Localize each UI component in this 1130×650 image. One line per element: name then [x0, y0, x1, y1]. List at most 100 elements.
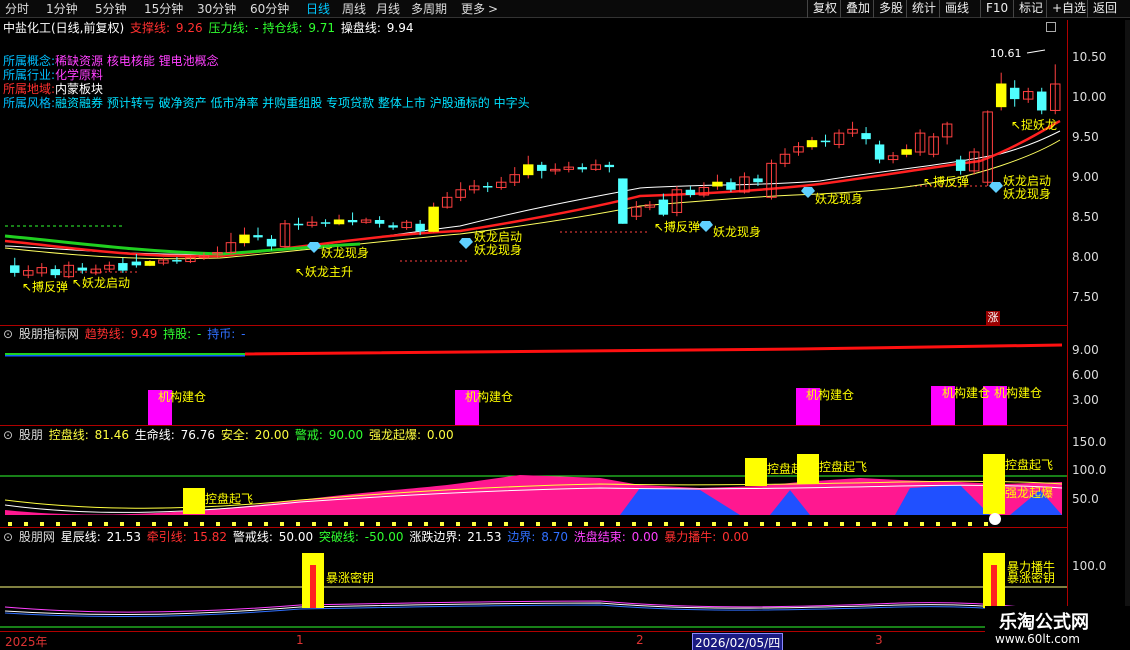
safe-dots [8, 522, 988, 526]
tab-60min[interactable]: 60分钟 [250, 1, 289, 17]
signal-label: 妖龙现身 [321, 246, 370, 260]
date-label: 1 [296, 633, 304, 647]
tab-1min[interactable]: 1分钟 [46, 1, 78, 17]
y-tick: 8.50 [1072, 210, 1099, 224]
y-tick: 10.50 [1072, 50, 1107, 64]
tab-weekly[interactable]: 周线 [342, 1, 366, 17]
safe-dot [360, 522, 364, 526]
panel-divider [0, 527, 1067, 528]
safe-dot [536, 522, 540, 526]
alert-value: 50.00 [278, 530, 314, 544]
panel3-chart[interactable] [0, 545, 1067, 631]
fly-bar [745, 458, 767, 486]
safe-dot [712, 522, 716, 526]
mark-button[interactable]: 标记 [1013, 0, 1048, 18]
high-arrow [1026, 49, 1046, 54]
panel3-title[interactable]: 股朋网 [19, 530, 55, 544]
tab-monthly[interactable]: 月线 [376, 1, 400, 17]
panel2-chart[interactable] [0, 440, 1067, 527]
candle [266, 238, 277, 247]
safe-dot [888, 522, 892, 526]
safe-dot [584, 522, 588, 526]
tab-30min[interactable]: 30分钟 [197, 1, 236, 17]
signal-label: ↖搏反弹 [923, 175, 970, 189]
date-axis[interactable]: 2025年 1 2 2026/02/05/四 3 [0, 631, 1067, 650]
stock-name: 中盐化工(日线,前复权) [3, 21, 125, 35]
limit-up-badge: 涨 [986, 311, 1000, 325]
safe-dot [456, 522, 460, 526]
safe-dot [616, 522, 620, 526]
collapse-icon[interactable]: ⊙ [3, 530, 13, 544]
candle [1037, 91, 1047, 111]
panel1-chart[interactable] [0, 340, 1067, 425]
overlay-button[interactable]: 叠加 [840, 0, 875, 18]
safe-dot [168, 522, 172, 526]
multi-stock-button[interactable]: 多股 [873, 0, 908, 18]
safe-dot [776, 522, 780, 526]
candle [726, 182, 736, 190]
back-button[interactable]: 返回 [1087, 0, 1122, 18]
candle [118, 263, 128, 271]
candle [861, 133, 871, 140]
fly-tag: 控盘起飞 [767, 462, 816, 476]
draw-line-button[interactable]: 画线 [939, 0, 974, 18]
safe-dot [72, 522, 76, 526]
safe-dot [472, 522, 476, 526]
price-chart[interactable]: 10.61 [0, 36, 1067, 326]
tab-multi-period[interactable]: 多周期 [411, 1, 447, 17]
high-label: 10.61 [990, 47, 1022, 60]
diamond-icon [989, 182, 1003, 193]
y-tick: 9.50 [1072, 130, 1099, 144]
ma-yellow-line [4, 139, 1061, 260]
panel1-title[interactable]: 股朋指标网 [19, 327, 79, 341]
fly-tag: 控盘起飞 [819, 460, 868, 474]
tab-5min[interactable]: 5分钟 [95, 1, 127, 17]
safe-dot [376, 522, 380, 526]
candle [820, 140, 831, 143]
diamond-icon [307, 242, 321, 253]
wash-value: 0.00 [631, 530, 659, 544]
tab-fenshi[interactable]: 分时 [5, 1, 29, 17]
safe-dot [8, 522, 12, 526]
y-tick: 7.50 [1072, 290, 1099, 304]
candle [415, 223, 425, 232]
signal-label: 妖龙现身 [1003, 187, 1052, 201]
safe-dot [24, 522, 28, 526]
restore-rights-button[interactable]: 复权 [807, 0, 842, 18]
statistics-button[interactable]: 统计 [906, 0, 941, 18]
diamond-icon [459, 238, 473, 249]
star-value: 21.53 [106, 530, 141, 544]
settings-box-icon[interactable] [1046, 22, 1056, 32]
panel3-legend: ⊙ 股朋网 星辰线: 21.53 牵引线: 15.82 警戒线: 50.00 突… [3, 529, 751, 545]
candle [374, 220, 385, 224]
chevron-right-icon[interactable]: > [488, 1, 498, 17]
safe-dot [392, 522, 396, 526]
trend-value: 9.49 [130, 327, 158, 341]
add-watchlist-button[interactable]: +自选 [1046, 0, 1091, 18]
candle [901, 149, 912, 155]
institution-tag: 机构建仓 [994, 386, 1043, 400]
y-tick: 9.00 [1072, 343, 1099, 357]
signal-label: 妖龙现身 [815, 192, 864, 206]
tab-15min[interactable]: 15分钟 [144, 1, 183, 17]
support-value: 9.26 [175, 21, 203, 35]
tab-more[interactable]: 更多 [461, 1, 485, 17]
scrollbar[interactable] [1125, 20, 1130, 630]
toolbar: 分时 1分钟 5分钟 15分钟 30分钟 60分钟 日线 周线 月线 多周期 更… [0, 0, 1130, 18]
bound-label: 边界: [507, 530, 536, 544]
signal-label: ↖搏反弹 [654, 220, 701, 234]
fly-bar [983, 454, 1005, 514]
signal-label: ↖捉妖龙 [1011, 118, 1058, 132]
y-tick: 150.0 [1072, 435, 1107, 449]
signal-label: 妖龙现身 [713, 225, 762, 239]
collapse-icon[interactable]: ⊙ [3, 327, 13, 341]
f10-button[interactable]: F10 [980, 0, 1013, 18]
trend-line [244, 343, 1063, 356]
fly-tag: 控盘起飞 [205, 492, 254, 506]
ma-red-line [4, 119, 1061, 258]
safe-dot [264, 522, 268, 526]
safe-dot [728, 522, 732, 526]
candle [806, 140, 818, 148]
tab-daily[interactable]: 日线 [306, 1, 330, 17]
candle [753, 178, 763, 183]
